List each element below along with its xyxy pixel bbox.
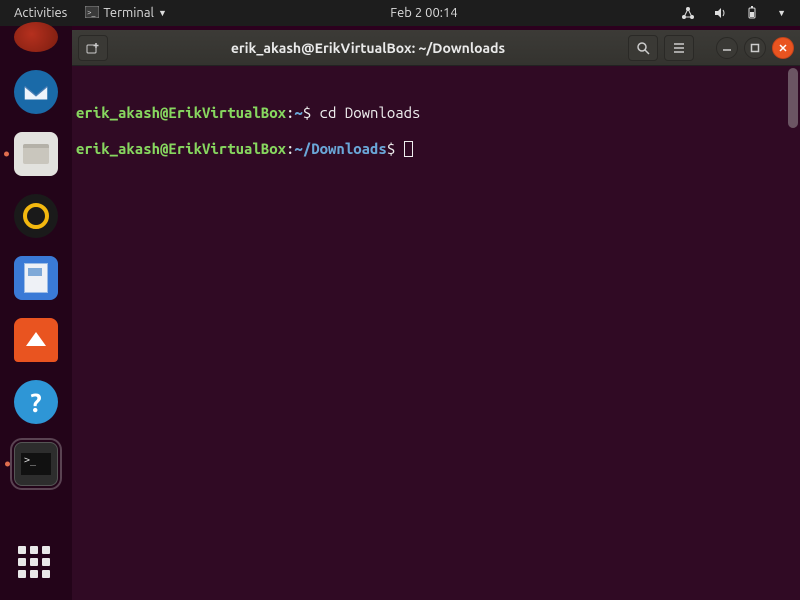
show-applications-button[interactable] [18,546,54,582]
search-icon [636,41,650,55]
minimize-icon [722,43,732,53]
app-menu-label: Terminal [103,6,154,20]
dock-help[interactable]: ? [14,380,58,424]
maximize-button[interactable] [744,37,766,59]
running-indicator [5,462,10,467]
maximize-icon [750,43,760,53]
dock-firefox[interactable] [14,22,58,52]
shopping-bag-icon [26,332,46,346]
document-icon [24,263,48,293]
new-tab-button[interactable] [78,35,108,61]
scrollbar-thumb[interactable] [788,68,798,128]
dock-files[interactable] [14,132,58,176]
terminal-icon: >_ [21,453,51,475]
chevron-down-icon: ▼ [158,8,167,18]
volume-icon[interactable] [707,4,733,22]
battery-icon[interactable] [739,4,765,22]
dock-ubuntu-software[interactable] [14,318,58,362]
close-icon [778,43,788,53]
new-tab-icon [86,41,100,55]
gnome-topbar: Activities >_ Terminal ▼ Feb 2 00:14 ▼ [0,0,800,26]
network-icon[interactable] [675,4,701,22]
dock-thunderbird[interactable] [14,70,58,114]
dock-libreoffice-writer[interactable] [14,256,58,300]
terminal-line: erik_akash@ErikVirtualBox:~/Downloads$ [76,140,796,158]
terminal-icon: >_ [85,6,99,21]
dock-rhythmbox[interactable] [14,194,58,238]
terminal-window: erik_akash@ErikVirtualBox: ~/Downloads e… [72,30,800,600]
terminal-line: erik_akash@ErikVirtualBox:~$ cd Download… [76,104,796,122]
svg-text:>_: >_ [87,8,96,17]
system-menu-chevron[interactable]: ▼ [771,6,792,20]
hamburger-icon [672,41,686,55]
chevron-down-icon: ▼ [777,8,786,18]
terminal-viewport[interactable]: erik_akash@ErikVirtualBox:~$ cd Download… [72,66,800,600]
window-titlebar[interactable]: erik_akash@ErikVirtualBox: ~/Downloads [72,30,800,66]
minimize-button[interactable] [716,37,738,59]
activities-button[interactable]: Activities [8,4,73,22]
dock-terminal[interactable]: >_ [14,442,58,486]
clock[interactable]: Feb 2 00:14 [173,6,675,20]
window-title: erik_akash@ErikVirtualBox: ~/Downloads [114,40,622,56]
close-button[interactable] [772,37,794,59]
app-menu[interactable]: >_ Terminal ▼ [79,4,173,23]
dock: ? >_ [0,26,72,600]
thunderbird-icon [21,77,51,107]
help-icon: ? [30,388,41,417]
running-indicator [4,152,9,157]
text-cursor [404,141,413,157]
folder-icon [23,144,49,164]
hamburger-menu-button[interactable] [664,35,694,61]
search-button[interactable] [628,35,658,61]
